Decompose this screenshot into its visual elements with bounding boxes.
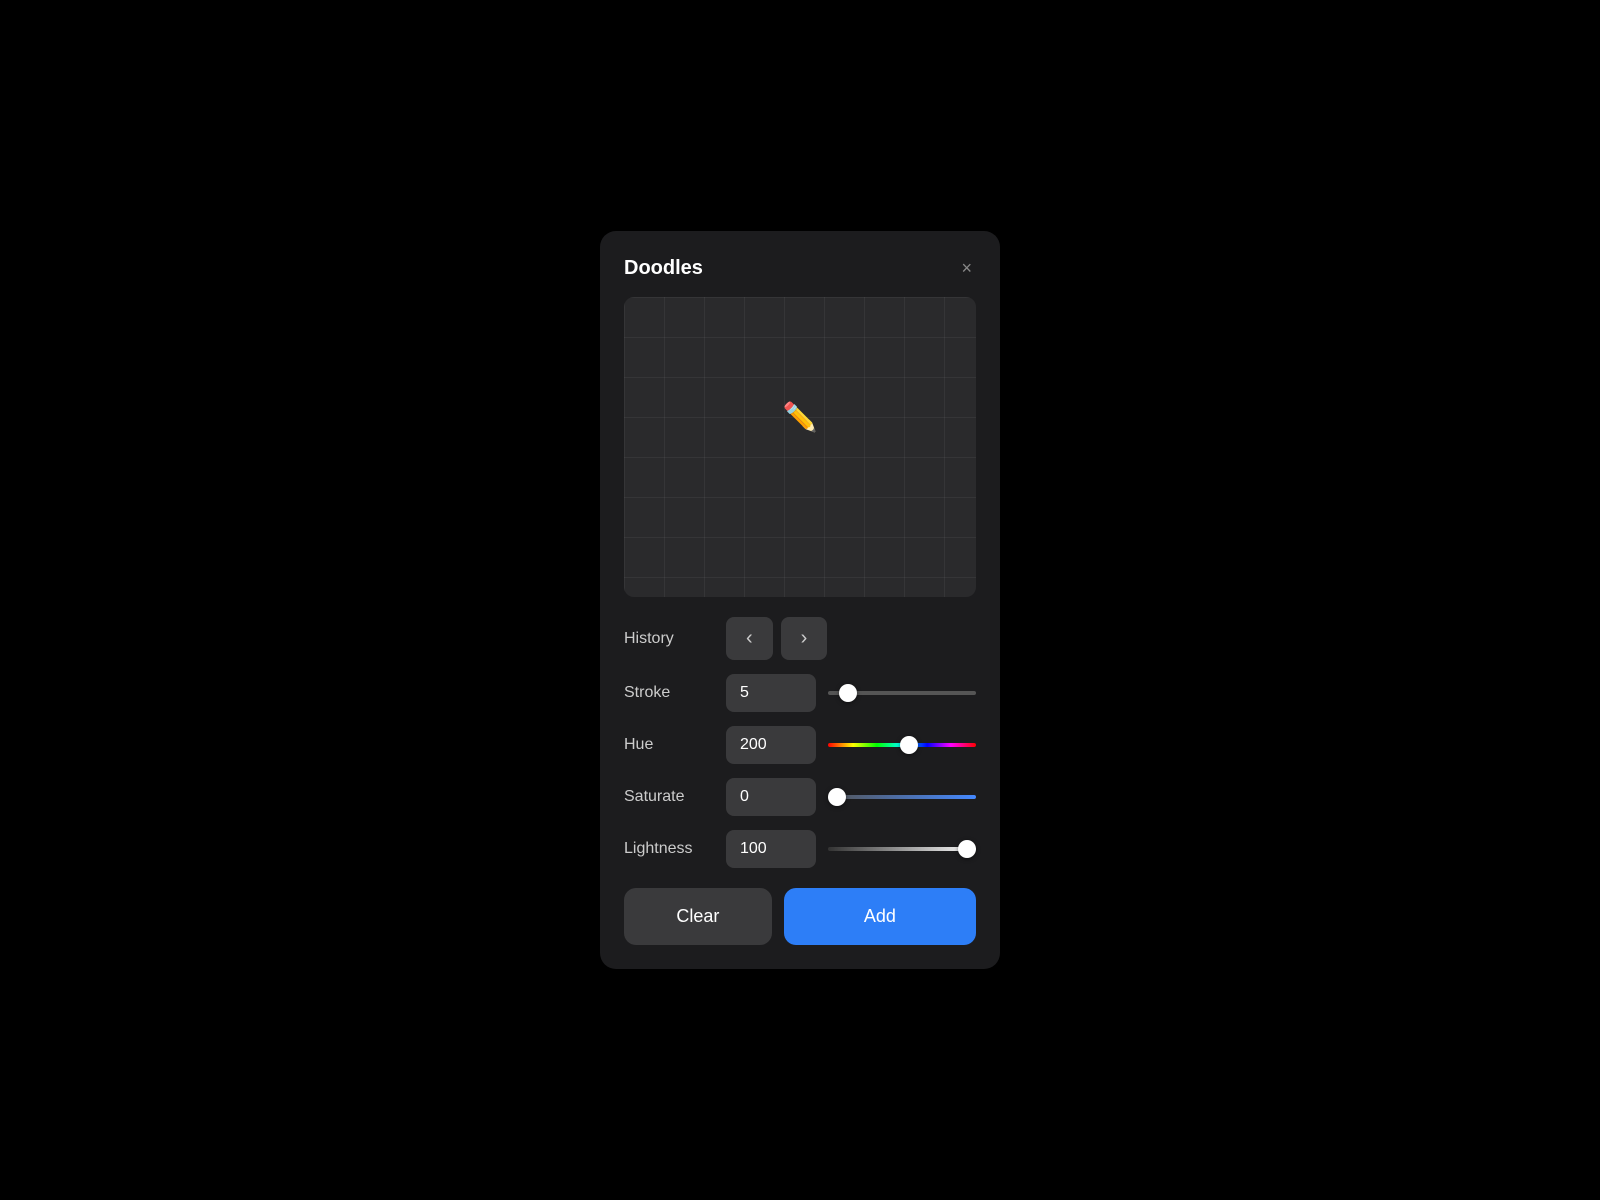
- saturate-row: Saturate: [624, 778, 976, 816]
- close-button[interactable]: ×: [957, 255, 976, 281]
- history-row: History ‹ ›: [624, 617, 976, 660]
- saturate-slider[interactable]: [828, 795, 976, 799]
- stroke-row: Stroke: [624, 674, 976, 712]
- saturate-input[interactable]: [726, 778, 816, 816]
- hue-label: Hue: [624, 736, 714, 754]
- saturate-slider-wrap: [828, 787, 976, 807]
- lightness-input[interactable]: [726, 830, 816, 868]
- lightness-slider-wrap: [828, 839, 976, 859]
- add-button[interactable]: Add: [784, 888, 976, 945]
- stroke-slider-wrap: [828, 683, 976, 703]
- history-label: History: [624, 630, 714, 648]
- doodles-dialog: Doodles × ✏️ History ‹ › Stroke Hue: [600, 231, 1000, 969]
- stroke-label: Stroke: [624, 684, 714, 702]
- saturate-label: Saturate: [624, 788, 714, 806]
- hue-row: Hue: [624, 726, 976, 764]
- history-prev-button[interactable]: ‹: [726, 617, 773, 660]
- drawing-canvas[interactable]: ✏️: [624, 297, 976, 597]
- stroke-input[interactable]: [726, 674, 816, 712]
- controls-panel: History ‹ › Stroke Hue Saturate: [624, 617, 976, 868]
- dialog-title: Doodles: [624, 257, 703, 280]
- lightness-label: Lightness: [624, 840, 714, 858]
- action-buttons: Clear Add: [624, 888, 976, 945]
- history-buttons: ‹ ›: [726, 617, 827, 660]
- hue-slider[interactable]: [828, 743, 976, 747]
- history-next-button[interactable]: ›: [781, 617, 828, 660]
- pencil-icon: ✏️: [783, 401, 818, 434]
- lightness-row: Lightness: [624, 830, 976, 868]
- dialog-header: Doodles ×: [624, 255, 976, 281]
- lightness-slider[interactable]: [828, 847, 976, 851]
- stroke-slider[interactable]: [828, 691, 976, 695]
- hue-input[interactable]: [726, 726, 816, 764]
- hue-slider-wrap: [828, 735, 976, 755]
- clear-button[interactable]: Clear: [624, 888, 772, 945]
